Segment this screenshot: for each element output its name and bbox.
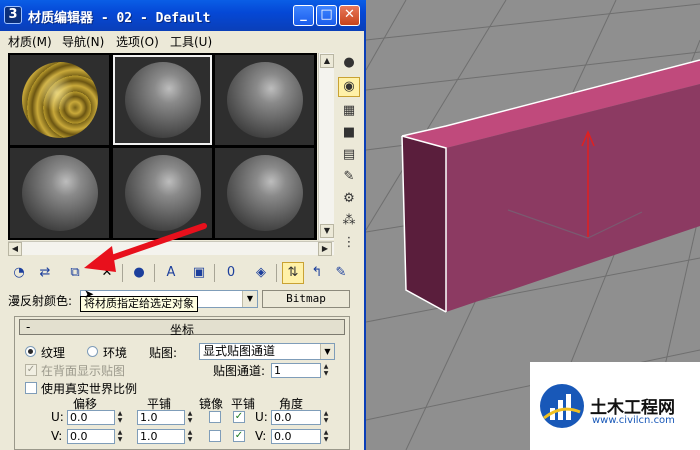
annotation-arrow xyxy=(84,223,207,272)
